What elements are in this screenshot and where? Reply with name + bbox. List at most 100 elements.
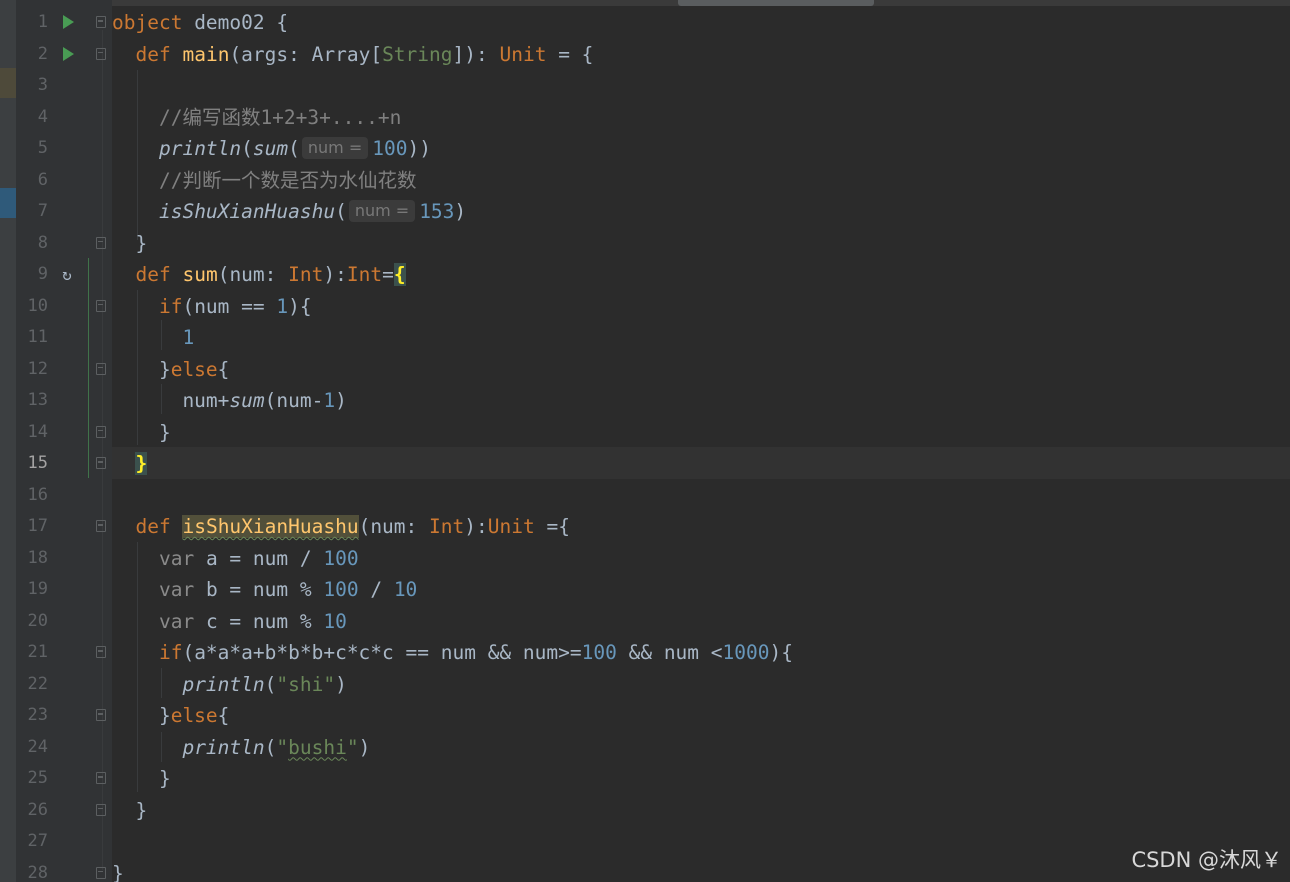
line-number[interactable]: 10 xyxy=(16,291,48,322)
code-text: def main(args: Array[String]): Unit = { xyxy=(135,42,594,66)
line-number[interactable]: 1 xyxy=(16,7,48,38)
comment: //判断一个数是否为水仙花数 xyxy=(112,168,417,192)
line-number[interactable]: 15 xyxy=(16,448,48,479)
code-text: if(a*a*a+b*b*b+c*c*c == num && num>=100 … xyxy=(158,641,793,664)
code-text: } xyxy=(112,767,171,790)
recursive-call-icon[interactable]: ↻ xyxy=(58,266,76,284)
code-text: var b = num % 100 / 10 xyxy=(158,578,418,601)
code-text: var c = num % 10 xyxy=(158,609,347,633)
code-text: num+sum(num-1) xyxy=(112,389,347,412)
line-number[interactable]: 24 xyxy=(16,732,48,763)
code-line[interactable]: 15 } xyxy=(0,448,1290,480)
line-number[interactable]: 11 xyxy=(16,322,48,353)
fold-icon[interactable] xyxy=(96,803,106,816)
fold-icon[interactable] xyxy=(96,866,106,879)
code-line[interactable]: 27 xyxy=(0,826,1290,858)
code-line[interactable]: 18 var a = num / 100 xyxy=(0,543,1290,575)
line-number[interactable]: 5 xyxy=(16,133,48,164)
run-icon[interactable] xyxy=(63,46,74,61)
code-line[interactable]: 20 var c = num % 10 xyxy=(0,606,1290,638)
fold-icon[interactable] xyxy=(96,457,106,469)
code-line[interactable]: 12 }else{ xyxy=(0,354,1290,386)
code-line[interactable]: 3 xyxy=(0,70,1290,102)
line-number[interactable]: 18 xyxy=(16,543,48,574)
code-line[interactable]: 1 object demo02 { xyxy=(0,7,1290,39)
code-text: } xyxy=(112,798,148,822)
code-line[interactable]: 9 ↻ def sum(num: Int):Int={ xyxy=(0,259,1290,291)
code-line[interactable]: 26 } xyxy=(0,795,1290,827)
line-number[interactable]: 17 xyxy=(16,511,48,542)
line-number[interactable]: 4 xyxy=(16,102,48,133)
line-number[interactable]: 27 xyxy=(16,826,48,857)
comment: //编写函数1+2+3+....+n xyxy=(112,105,402,129)
horizontal-scrollbar-thumb[interactable] xyxy=(678,0,874,6)
code-line[interactable]: 2 def main(args: Array[String]): Unit = … xyxy=(0,39,1290,71)
code-text: var a = num / 100 xyxy=(158,546,359,570)
code-text: println("shi") xyxy=(182,672,347,696)
fold-icon[interactable] xyxy=(96,709,106,721)
code-line[interactable]: 19 var b = num % 100 / 10 xyxy=(0,574,1290,606)
code-line[interactable]: 7 isShuXianHuashu(num = 153) xyxy=(0,196,1290,228)
code-line[interactable]: 5 println(sum(num = 100)) xyxy=(0,133,1290,165)
line-number[interactable]: 26 xyxy=(16,795,48,826)
line-number[interactable]: 19 xyxy=(16,574,48,605)
watermark: CSDN @沐风￥ xyxy=(1131,848,1282,872)
line-number[interactable]: 2 xyxy=(16,39,48,70)
code-line[interactable]: 24 println("bushi") xyxy=(0,732,1290,764)
code-line[interactable]: 4 //编写函数1+2+3+....+n xyxy=(0,102,1290,134)
fold-icon[interactable] xyxy=(96,520,106,532)
code-text: def isShuXianHuashu(num: Int):Unit ={ xyxy=(135,515,570,538)
line-number[interactable]: 3 xyxy=(16,70,48,101)
line-number[interactable]: 14 xyxy=(16,417,48,448)
line-number[interactable]: 9 xyxy=(16,259,48,290)
code-editor[interactable]: 1 object demo02 { 2 def main(args: Array… xyxy=(0,0,1290,882)
line-number[interactable]: 6 xyxy=(16,165,48,196)
code-line[interactable]: 28 } xyxy=(0,858,1290,882)
code-line[interactable]: 6 //判断一个数是否为水仙花数 xyxy=(0,165,1290,197)
code-line[interactable]: 13 num+sum(num-1) xyxy=(0,385,1290,417)
line-number[interactable]: 8 xyxy=(16,228,48,259)
code-text: isShuXianHuashu(num = 153) xyxy=(158,200,467,223)
fold-icon[interactable] xyxy=(96,425,106,438)
fold-icon[interactable] xyxy=(96,772,106,784)
code-text: }else{ xyxy=(112,704,230,727)
fold-icon[interactable] xyxy=(96,47,106,60)
line-number[interactable]: 12 xyxy=(16,354,48,385)
line-number[interactable]: 22 xyxy=(16,669,48,700)
code-line[interactable]: 16 xyxy=(0,480,1290,512)
line-number[interactable]: 7 xyxy=(16,196,48,227)
code-line[interactable]: 14 } xyxy=(0,417,1290,449)
parameter-hint: num = xyxy=(301,137,369,159)
code-text: } xyxy=(135,452,148,475)
code-text: } xyxy=(112,861,124,882)
parameter-hint: num = xyxy=(348,200,416,222)
code-text: def sum(num: Int):Int={ xyxy=(135,263,406,286)
code-line[interactable]: 23 }else{ xyxy=(0,700,1290,732)
code-line[interactable]: 22 println("shi") xyxy=(0,669,1290,701)
code-line[interactable]: 10 if(num == 1){ xyxy=(0,291,1290,323)
line-number[interactable]: 25 xyxy=(16,763,48,794)
code-text: println("bushi") xyxy=(182,735,371,759)
line-number[interactable]: 20 xyxy=(16,606,48,637)
fold-icon[interactable] xyxy=(96,646,106,658)
code-line[interactable]: 21 if(a*a*a+b*b*b+c*c*c == num && num>=1… xyxy=(0,637,1290,669)
fold-icon[interactable] xyxy=(96,299,106,312)
code-line[interactable]: 25 } xyxy=(0,763,1290,795)
code-line[interactable]: 17 def isShuXianHuashu(num: Int):Unit ={ xyxy=(0,511,1290,543)
run-icon[interactable] xyxy=(63,15,74,29)
code-text: 1 xyxy=(182,326,195,349)
line-number[interactable]: 13 xyxy=(16,385,48,416)
fold-icon[interactable] xyxy=(96,362,106,375)
code-text: }else{ xyxy=(112,357,230,381)
code-text: } xyxy=(112,231,148,255)
fold-icon[interactable] xyxy=(96,236,106,249)
line-number[interactable]: 16 xyxy=(16,480,48,511)
code-line[interactable]: 8 } xyxy=(0,228,1290,260)
fold-icon[interactable] xyxy=(96,16,106,28)
line-number[interactable]: 23 xyxy=(16,700,48,731)
code-text: println(sum(num = 100)) xyxy=(158,137,431,160)
code-text: object demo02 { xyxy=(112,11,289,34)
code-line[interactable]: 11 1 xyxy=(0,322,1290,354)
line-number[interactable]: 28 xyxy=(16,858,48,882)
line-number[interactable]: 21 xyxy=(16,637,48,668)
